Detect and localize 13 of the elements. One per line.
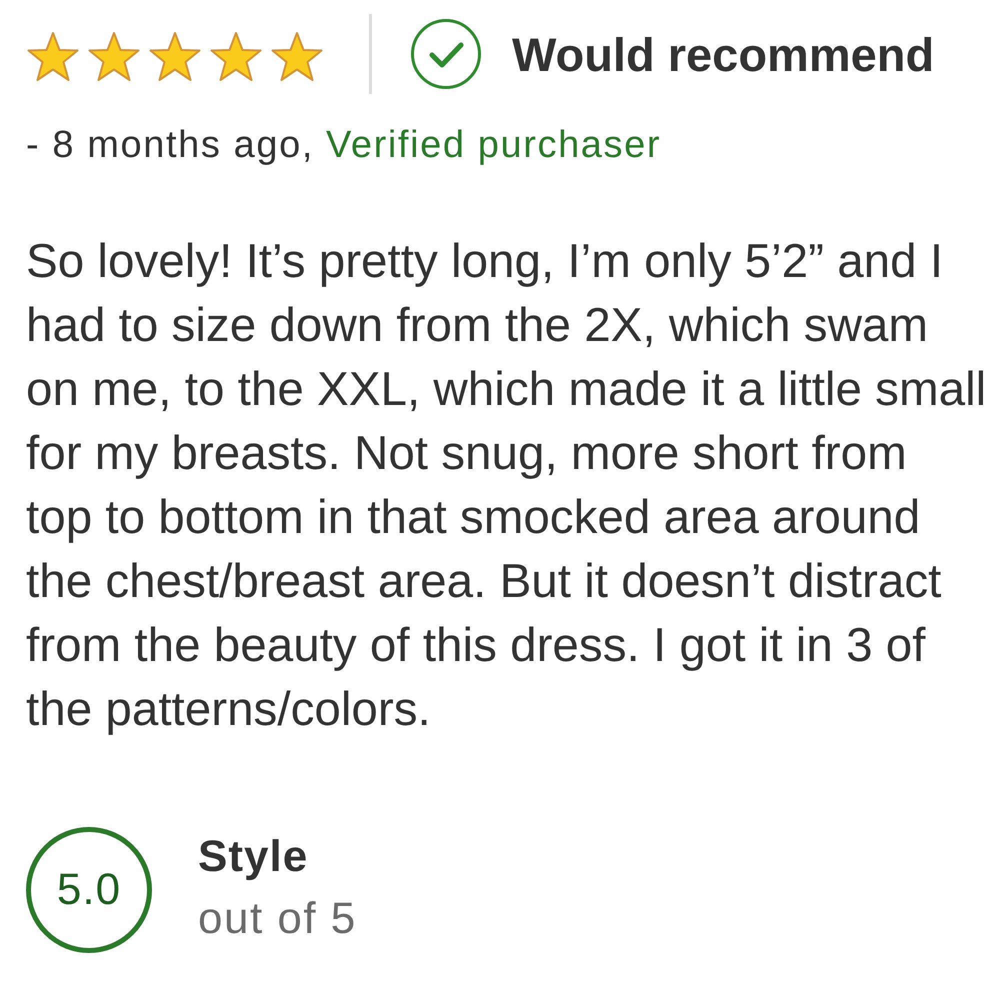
star-icon bbox=[270, 31, 324, 83]
star-icon bbox=[26, 31, 80, 83]
rating-scale: out of 5 bbox=[198, 893, 357, 945]
star-icon bbox=[148, 31, 202, 83]
star-icon bbox=[87, 31, 141, 83]
score-circle: 5.0 bbox=[26, 827, 152, 953]
recommendation-label: Would recommend bbox=[512, 26, 934, 82]
review-text: So lovely! It’s pretty long, I’m only 5’2” and I had to size down from the 2X, which swam on me, to the XXL, which made it a little small for my breasts. Not snug, more short from top to bottom in that smocked area around the chest/breast area. But it doesn’t distract from the beauty of this dress. I got it in 3 of the patterns/colors. bbox=[26, 234, 988, 738]
verified-purchaser-label: Verified purchaser bbox=[326, 124, 662, 166]
checkmark-circle-icon bbox=[410, 18, 482, 90]
star-icon bbox=[209, 31, 263, 83]
posted-time: - 8 months ago, bbox=[26, 124, 314, 166]
rating-category: Style bbox=[198, 831, 310, 883]
